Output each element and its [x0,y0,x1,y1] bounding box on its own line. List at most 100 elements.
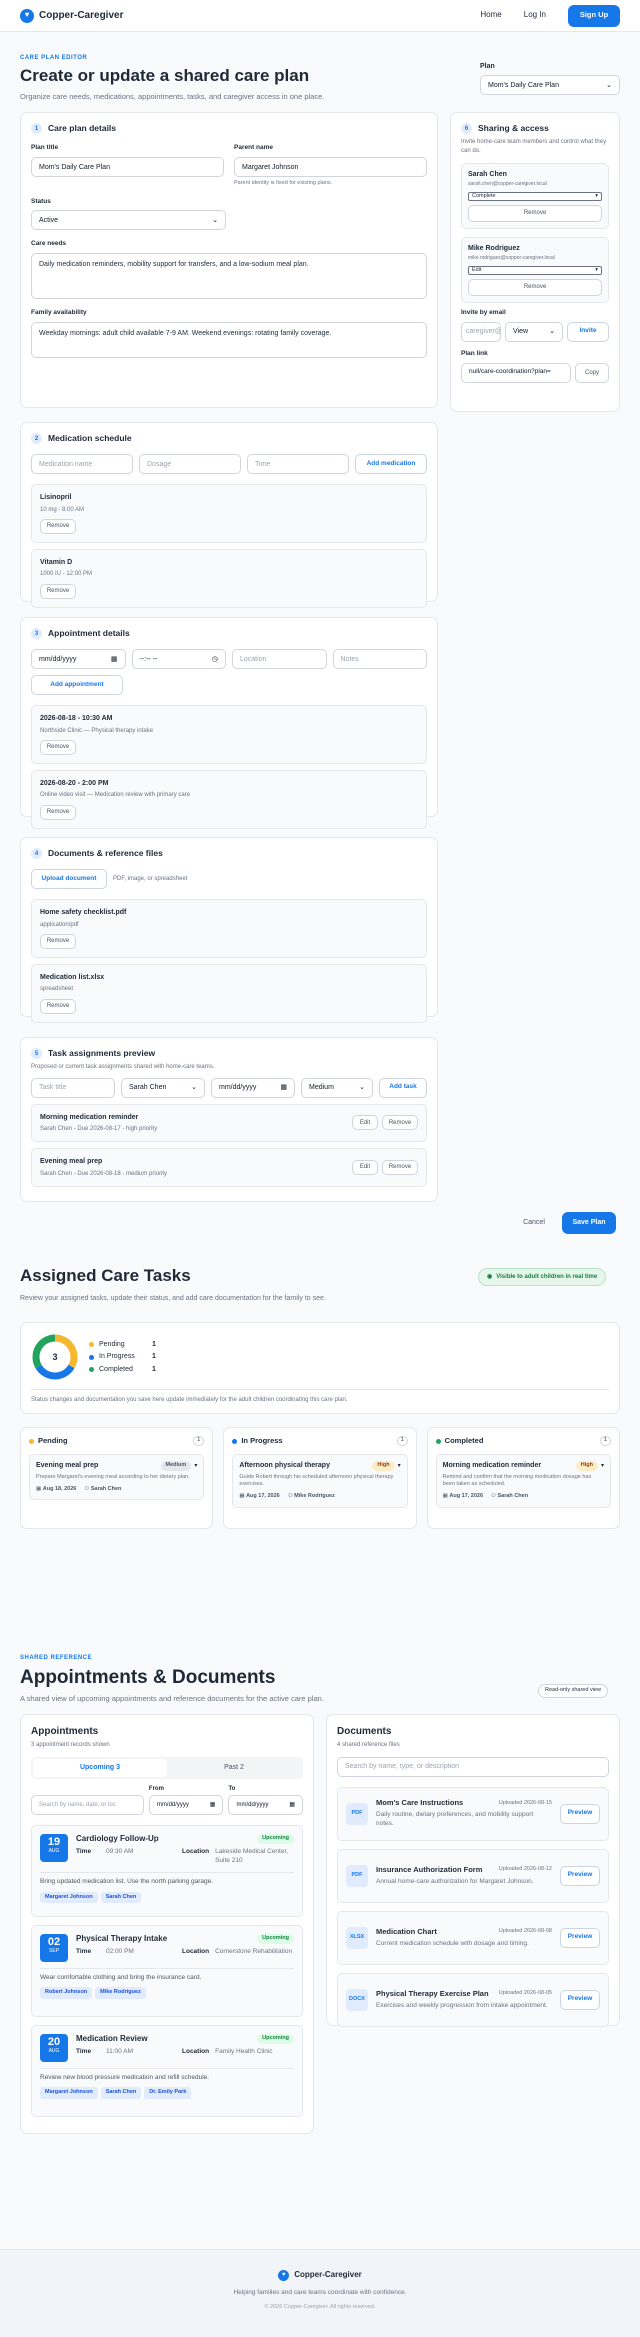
nav-login-link[interactable]: Log In [524,10,546,21]
appointment-date-input[interactable]: mm/dd/yyyy ▦ [31,649,126,670]
preview-button[interactable]: Preview [560,1989,600,2010]
member-role-value: Edit [472,266,482,273]
footer-brand: Copper-Caregiver [294,2270,362,2280]
task-date-input[interactable]: mm/dd/yyyy ▦ [211,1077,295,1098]
calendar-icon: ▦ [110,655,118,663]
add-medication-button[interactable]: Add medication [355,454,427,475]
appointment-card[interactable]: 02 SEP Physical Therapy Intake Upcoming Ti… [31,1924,303,2017]
date-month: SEP [48,1947,59,1954]
remove-member-button[interactable]: Remove [468,204,602,222]
preview-button[interactable]: Preview [560,1865,600,1886]
copy-link-button[interactable]: Copy [575,362,609,383]
editor-eyebrow: CARE PLAN EDITOR [20,55,88,61]
from-date-input[interactable]: mm/dd/yyyy ▦ [148,1794,224,1815]
kanban-task-person: Mike Rodriguez [294,1493,335,1500]
task-assignments-card: 5 Task assignments preview Proposed or cu… [20,1037,438,1202]
member-name: Sarah Chen [468,170,507,178]
status-badge: Upcoming [257,1934,294,1944]
remove-member-button[interactable]: Remove [468,279,602,297]
edit-task-button[interactable]: Edit [352,1115,378,1131]
appointments-count: 3 appointment records shown [31,1741,110,1748]
brand-logo[interactable]: ♥ Copper-Caregiver [20,8,124,23]
tab-past[interactable]: Past 2 [167,1759,301,1777]
status-select[interactable]: Active ⌄ [31,210,226,231]
cancel-button[interactable]: Cancel [514,1213,554,1233]
remove-appointment-button[interactable]: Remove [40,740,76,755]
preview-button[interactable]: Preview [560,1927,600,1948]
invite-email-input[interactable]: caregiver@example.com [461,321,501,342]
signup-button[interactable]: Sign Up [568,4,620,27]
chevron-down-icon[interactable]: ▾ [398,1462,401,1470]
kanban-task-card[interactable]: Evening meal prep Medium ▾ Prepare Margare… [29,1454,205,1501]
tab-upcoming[interactable]: Upcoming 3 [33,1758,167,1777]
kanban-task-card[interactable]: Afternoon physical therapy High ▾ Guide Ro… [232,1454,408,1508]
upload-document-button[interactable]: Upload document [31,869,107,890]
to-date-input[interactable]: mm/dd/yyyy ▦ [228,1794,303,1815]
appointment-time: 09:30 AM [106,1848,134,1856]
plan-select[interactable]: Mom's Daily Care Plan ⌄ [480,75,620,96]
medication-name-input[interactable]: Medication name [31,454,133,475]
remove-appointment-button[interactable]: Remove [40,804,76,820]
member-role-value: Complete [472,192,496,199]
member-role-select[interactable]: Edit ▾ [468,266,602,276]
brand-name: Copper-Caregiver [39,9,124,21]
chevron-down-icon[interactable]: ▾ [601,1462,604,1470]
preview-button[interactable]: Preview [560,1803,600,1824]
dosage-input[interactable]: Dosage [139,454,241,475]
remove-task-button[interactable]: Remove [382,1159,418,1175]
attendee-tag: Mike Rodriguez [95,1987,146,1999]
priority-select[interactable]: Medium ⌄ [301,1077,373,1098]
eye-icon: ◉ [487,1273,493,1280]
plan-link-field[interactable]: null/care-coordination?plan= [461,362,571,383]
appointment-card[interactable]: 20 AUG Medication Review Upcoming Time 11:0… [31,2024,303,2117]
invite-button[interactable]: Invite [567,321,609,342]
status-badge: Upcoming [257,1834,294,1844]
remove-document-button[interactable]: Remove [40,934,76,949]
remove-medication-button[interactable]: Remove [40,583,76,599]
plan-title-input[interactable]: Mom's Daily Care Plan [31,157,224,178]
document-desc: Daily routine, dietary preferences, and … [376,1811,534,1828]
kanban-task-title: Morning medication reminder [442,1462,542,1470]
assignee-select[interactable]: Sarah Chen ⌄ [121,1077,205,1098]
remove-document-button[interactable]: Remove [40,998,76,1014]
shared-eyebrow: SHARED REFERENCE [20,1655,93,1661]
chevron-down-icon: ⌄ [191,1083,197,1091]
edit-task-button[interactable]: Edit [352,1159,378,1175]
kanban-column: In Progress 1 Afternoon physical therapy H… [223,1427,417,1529]
appointment-when: 2026-08-18 - 10:30 AM [40,715,113,723]
med-time-input[interactable]: Time [247,454,349,475]
legend-item: Completed 1 [89,1365,156,1374]
section-title: Medication schedule [48,433,132,443]
date-placeholder: mm/dd/yyyy [156,1801,189,1808]
save-plan-button[interactable]: Save Plan [562,1212,616,1234]
parent-name-input[interactable]: Margaret Johnson [234,157,427,178]
task-title-input[interactable]: Task title [31,1077,115,1098]
plan-select-label: Plan [480,63,495,70]
remove-medication-button[interactable]: Remove [40,519,76,534]
appointment-card[interactable]: 19 AUG Cardiology Follow-Up Upcoming Time 0… [31,1824,303,1917]
calendar-icon: ▦ [36,1485,43,1492]
date-placeholder: mm/dd/yyyy [219,1083,257,1091]
file-type-icon: DOCX [346,1988,368,2011]
add-task-button[interactable]: Add task [379,1077,427,1098]
member-role-select[interactable]: Complete ▾ [468,191,602,201]
appointment-location-input[interactable]: Location [232,649,327,670]
appointment-time-input[interactable]: --:-- -- ◷ [131,649,226,670]
appointment-search-input[interactable]: Search by name, date, or loc [31,1794,144,1815]
chevron-down-icon: ⌄ [606,81,612,89]
attendee-tag: Robert Johnson [40,1987,93,1999]
kanban-task-card[interactable]: Morning medication reminder High ▾ Remind … [435,1454,611,1508]
document-search-input[interactable]: Search by name, type, or description [337,1756,609,1777]
status-note: Status changes and documentation you sav… [31,1389,609,1404]
add-appointment-button[interactable]: Add appointment [31,675,123,696]
remove-task-button[interactable]: Remove [382,1115,418,1131]
document-card: DOCX Physical Therapy Exercise Plan Uploa… [337,1972,609,2027]
kanban-task-date: Aug 18, 2026 [42,1485,77,1492]
step-number: 2 [31,433,42,445]
nav-home-link[interactable]: Home [480,10,501,21]
care-needs-textarea[interactable]: Daily medication reminders, mobility sup… [31,253,427,300]
appointment-notes-input[interactable]: Notes [332,649,427,670]
invite-role-select[interactable]: View ⌄ [505,321,563,342]
family-availability-textarea[interactable]: Weekday mornings: adult child available … [31,321,427,358]
chevron-down-icon[interactable]: ▾ [194,1462,197,1470]
